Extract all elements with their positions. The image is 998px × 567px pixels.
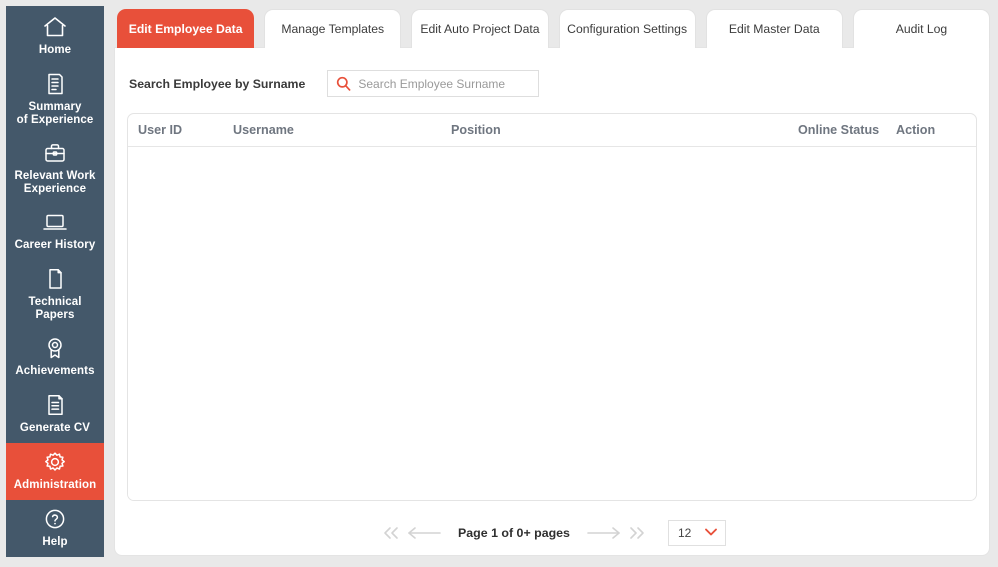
laptop-icon bbox=[41, 210, 69, 234]
column-header-username: Username bbox=[233, 123, 294, 137]
page-icon bbox=[42, 267, 68, 291]
column-header-position: Position bbox=[451, 123, 501, 137]
sidebar-item-career-history[interactable]: Career History bbox=[6, 203, 104, 260]
next-page-button[interactable] bbox=[584, 525, 624, 541]
tab-label: Configuration Settings bbox=[567, 22, 688, 36]
sidebar-item-label: Career History bbox=[14, 239, 96, 252]
previous-page-button[interactable] bbox=[404, 525, 444, 541]
sidebar-item-relevant-work-experience[interactable]: Relevant Work Experience bbox=[6, 134, 104, 203]
tab-bar: Edit Employee Data Manage Templates Edit… bbox=[114, 6, 991, 48]
sidebar-item-label: Generate CV bbox=[19, 422, 91, 435]
tab-audit-log[interactable]: Audit Log bbox=[852, 9, 991, 48]
tab-label: Edit Employee Data bbox=[128, 22, 243, 36]
sidebar-item-summary-of-experience[interactable]: Summary of Experience bbox=[6, 65, 104, 134]
search-label: Search Employee by Surname bbox=[129, 76, 306, 91]
sidebar-item-label: Technical Papers bbox=[28, 295, 82, 321]
question-circle-icon bbox=[42, 507, 68, 531]
employee-table-card: User ID Username Position Online Status … bbox=[127, 113, 977, 501]
column-header-online-status: Online Status bbox=[798, 123, 880, 137]
sidebar-item-label: Relevant Work Experience bbox=[14, 169, 96, 195]
page-size-value: 12 bbox=[677, 526, 692, 540]
table-body bbox=[128, 147, 976, 500]
chevron-down-icon bbox=[704, 524, 718, 542]
tab-label: Audit Log bbox=[895, 22, 948, 36]
tab-edit-employee-data[interactable]: Edit Employee Data bbox=[117, 9, 255, 48]
sidebar-item-technical-papers[interactable]: Technical Papers bbox=[6, 260, 104, 329]
last-page-button[interactable] bbox=[624, 525, 650, 541]
briefcase-icon bbox=[42, 141, 68, 165]
tab-edit-master-data[interactable]: Edit Master Data bbox=[705, 9, 843, 48]
sidebar: Home Summary of Experience Relevant Work… bbox=[6, 6, 104, 557]
sidebar-item-label: Administration bbox=[13, 479, 97, 492]
sidebar-item-home[interactable]: Home bbox=[6, 8, 104, 65]
sidebar-item-generate-cv[interactable]: Generate CV bbox=[6, 386, 104, 443]
tab-label: Edit Auto Project Data bbox=[420, 22, 540, 36]
page-size-select[interactable]: 12 bbox=[667, 520, 726, 546]
page-indicator: Page 1 of 0+ pages bbox=[458, 526, 570, 540]
gear-icon bbox=[42, 450, 68, 474]
sidebar-item-label: Home bbox=[38, 43, 72, 56]
tab-configuration-settings[interactable]: Configuration Settings bbox=[558, 9, 696, 48]
home-icon bbox=[42, 15, 68, 39]
award-ribbon-icon bbox=[42, 336, 68, 360]
search-icon bbox=[336, 76, 351, 91]
sidebar-item-administration[interactable]: Administration bbox=[6, 443, 104, 501]
sidebar-item-help[interactable]: Help bbox=[6, 500, 104, 557]
sidebar-item-label: Summary of Experience bbox=[16, 100, 94, 126]
pagination-bar: Page 1 of 0+ pages 12 bbox=[115, 511, 989, 555]
sidebar-item-label: Achievements bbox=[15, 365, 95, 378]
search-field[interactable] bbox=[327, 70, 540, 97]
sidebar-item-achievements[interactable]: Achievements bbox=[6, 330, 104, 387]
application-window: Home Summary of Experience Relevant Work… bbox=[0, 0, 998, 567]
main-content: Edit Employee Data Manage Templates Edit… bbox=[104, 6, 991, 557]
tab-label: Edit Master Data bbox=[728, 22, 820, 36]
document-list-icon bbox=[42, 393, 68, 417]
column-header-user-id: User ID bbox=[138, 123, 183, 137]
content-panel: Search Employee by Surname User ID Usern… bbox=[114, 47, 990, 556]
search-row: Search Employee by Surname bbox=[115, 48, 989, 113]
tab-manage-templates[interactable]: Manage Templates bbox=[264, 9, 402, 48]
sidebar-item-label: Help bbox=[42, 536, 68, 549]
table-header-row: User ID Username Position Online Status … bbox=[128, 114, 976, 147]
first-page-button[interactable] bbox=[378, 525, 404, 541]
tab-edit-auto-project-data[interactable]: Edit Auto Project Data bbox=[411, 9, 549, 48]
search-input[interactable] bbox=[358, 76, 531, 91]
column-header-action: Action bbox=[896, 123, 936, 137]
document-lines-icon bbox=[42, 72, 68, 96]
tab-label: Manage Templates bbox=[281, 22, 385, 36]
